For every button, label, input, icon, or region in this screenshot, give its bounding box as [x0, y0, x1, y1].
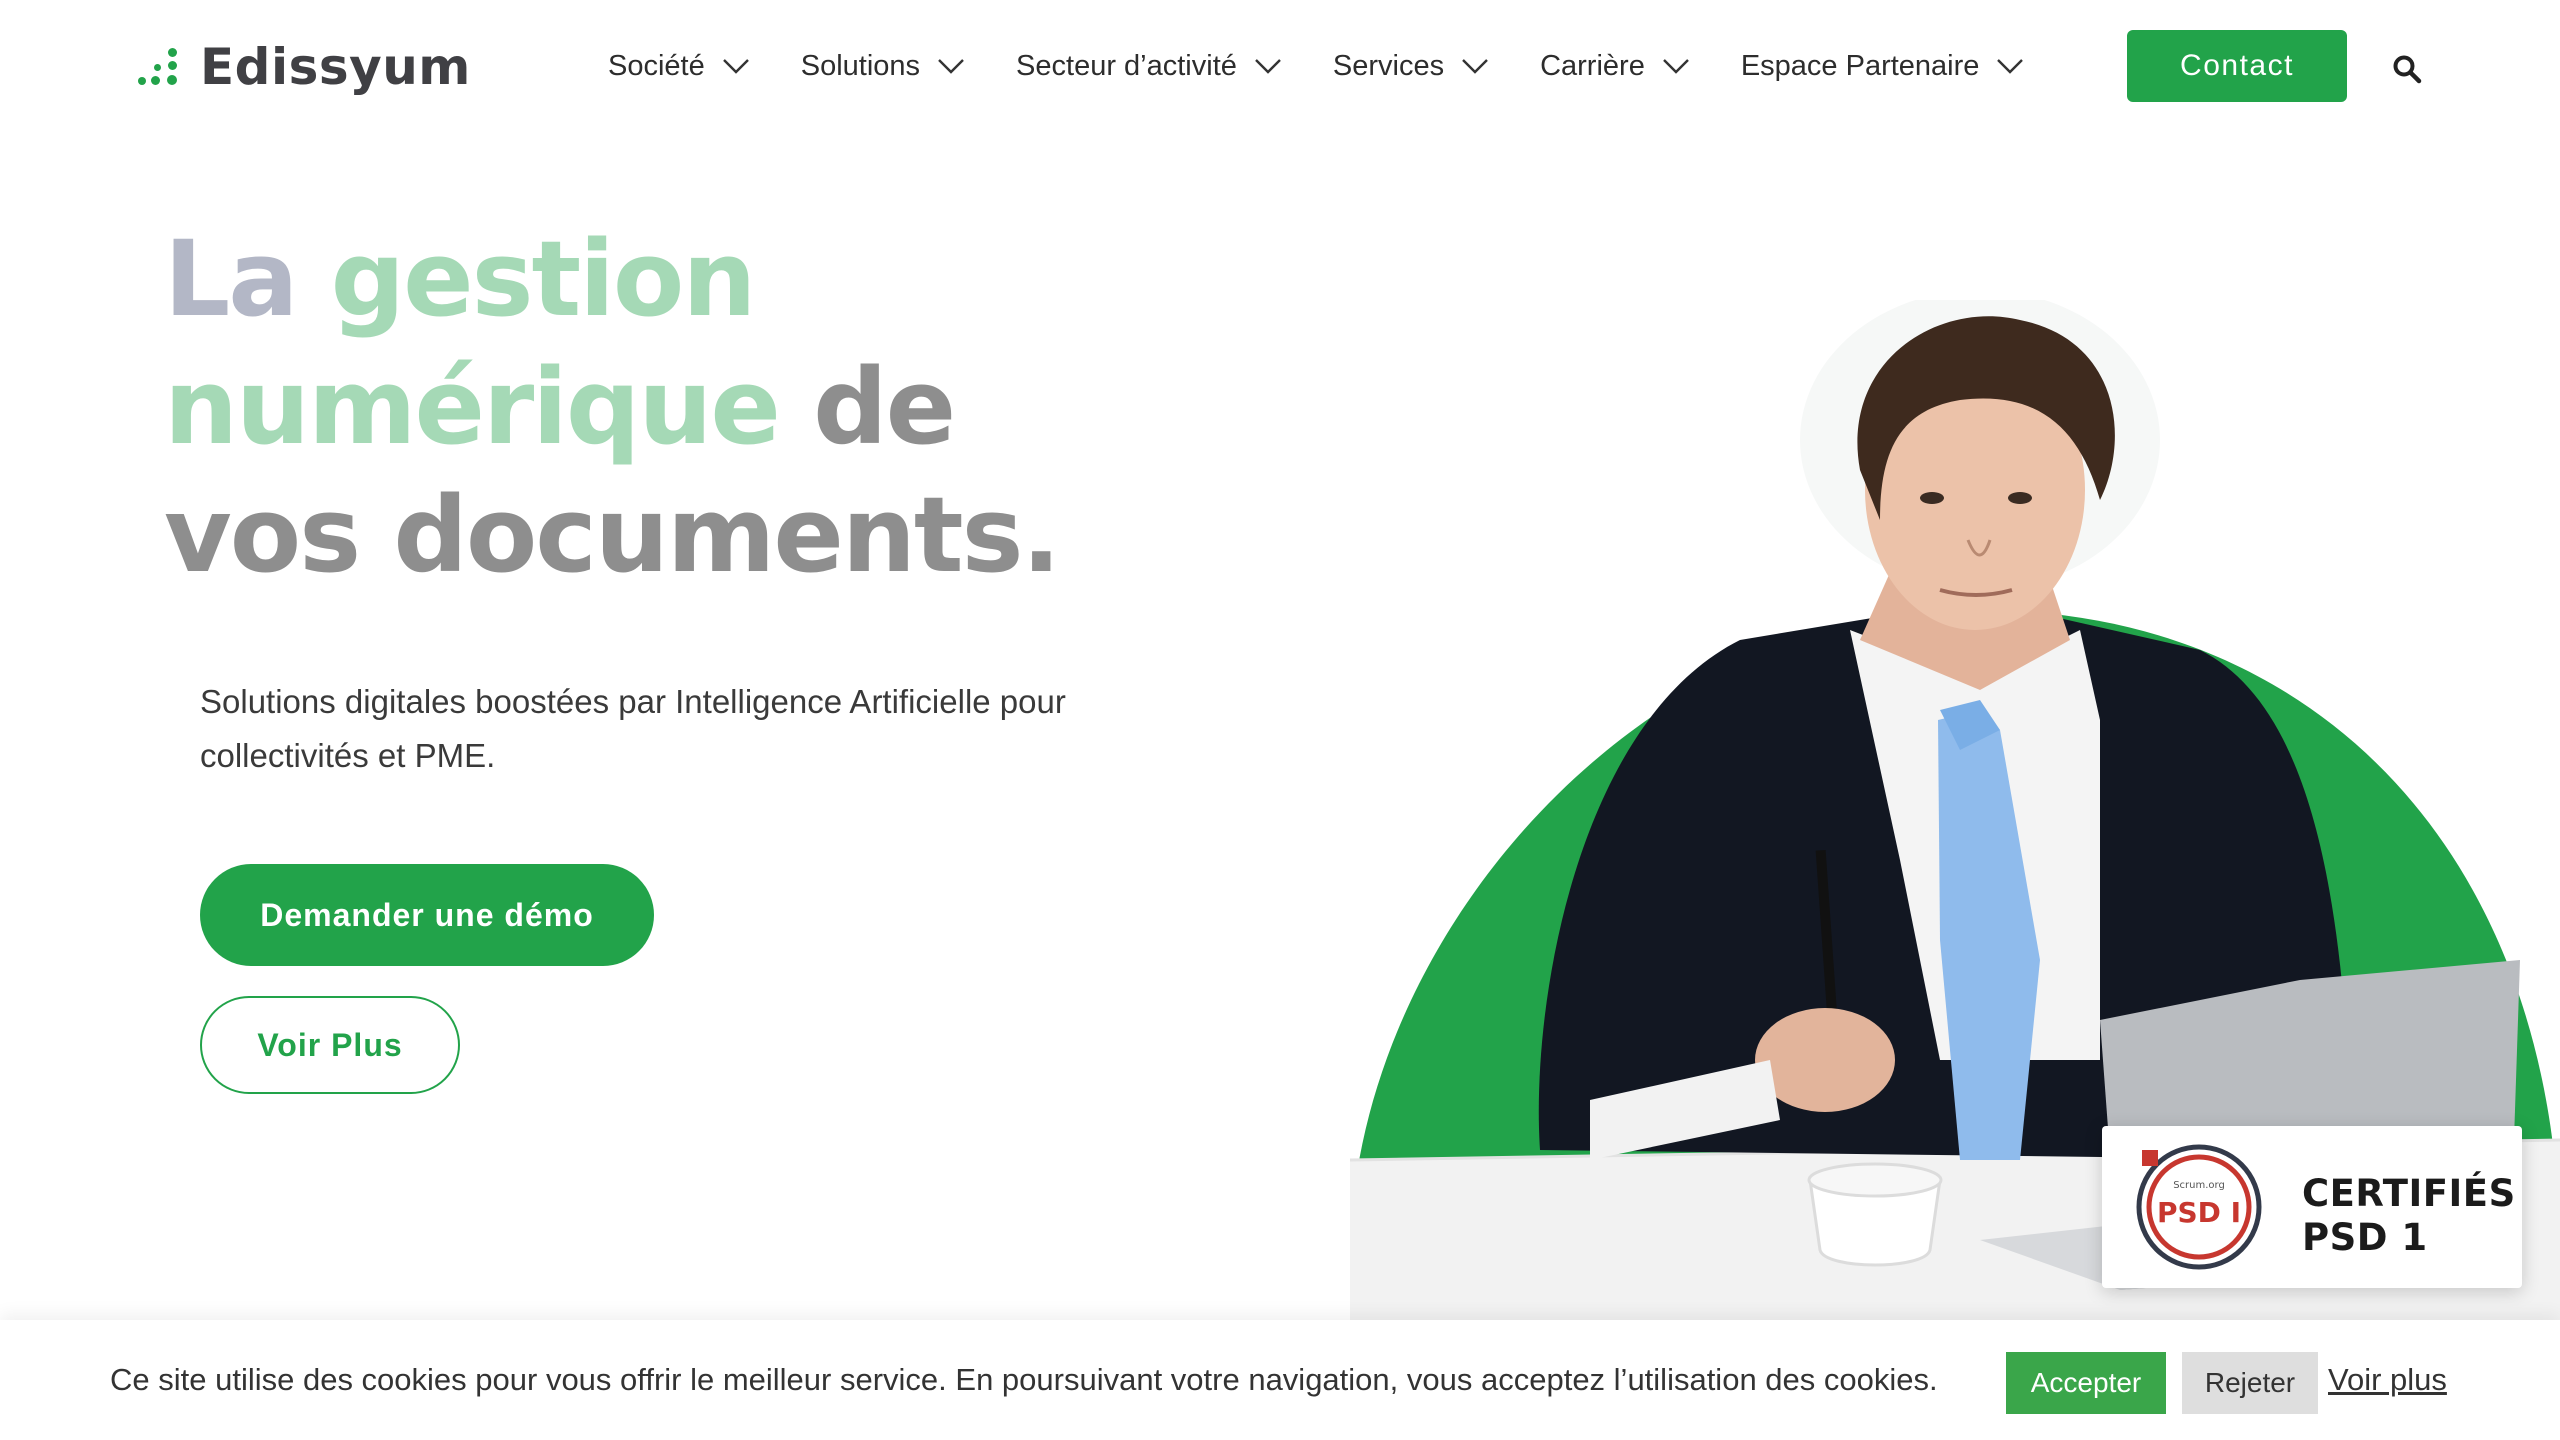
- certification-line-1: CERTIFIÉS: [2302, 1172, 2516, 1215]
- contact-button[interactable]: Contact: [2127, 30, 2347, 102]
- nav-item-societe[interactable]: Société: [608, 50, 751, 83]
- chevron-down-icon: [1997, 59, 2024, 74]
- certification-text: CERTIFIÉS PSD 1: [2302, 1172, 2516, 1260]
- site-header: Edissyum Société Solutions Secteur d’act…: [0, 0, 2560, 132]
- nav-item-carriere[interactable]: Carrière: [1540, 50, 1691, 83]
- see-more-button[interactable]: Voir Plus: [200, 996, 460, 1094]
- badge-title: PSD I: [2157, 1196, 2241, 1229]
- nav-item-espace-partenaire[interactable]: Espace Partenaire: [1741, 50, 2026, 83]
- search-icon[interactable]: [2392, 54, 2422, 84]
- logo-dots-icon: [138, 47, 186, 87]
- psd-badge-icon: Scrum.org PSD I: [2136, 1144, 2262, 1270]
- cookie-text: Ce site utilise des cookies pour vous of…: [110, 1362, 1938, 1397]
- cookie-banner: Ce site utilise des cookies pour vous of…: [0, 1320, 2560, 1440]
- badge-org: Scrum.org: [2173, 1180, 2225, 1191]
- request-demo-button[interactable]: Demander une démo: [200, 864, 654, 966]
- certification-card: Scrum.org PSD I CERTIFIÉS PSD 1: [2102, 1126, 2522, 1288]
- chevron-down-icon: [722, 59, 749, 74]
- cookie-more-link[interactable]: Voir plus: [2328, 1362, 2447, 1398]
- nav-label: Services: [1332, 49, 1445, 82]
- brand-name: Edissyum: [200, 38, 471, 96]
- nav-item-solutions[interactable]: Solutions: [801, 50, 966, 83]
- nav-label: Société: [608, 49, 705, 82]
- hero-title: La gestion numérique de vos documents.: [164, 215, 1164, 599]
- chevron-down-icon: [938, 59, 964, 74]
- hero-title-la: La: [164, 218, 298, 340]
- chevron-down-icon: [1462, 59, 1488, 74]
- cookie-reject-button[interactable]: Rejeter: [2182, 1352, 2318, 1414]
- nav-item-secteur[interactable]: Secteur d’activité: [1016, 50, 1283, 83]
- cookie-accept-button[interactable]: Accepter: [2006, 1352, 2166, 1414]
- nav-label: Espace Partenaire: [1740, 49, 1980, 82]
- nav-label: Solutions: [800, 49, 921, 82]
- hero-subtitle: Solutions digitales boostées par Intelli…: [200, 683, 1066, 774]
- nav-item-services[interactable]: Services: [1333, 50, 1490, 83]
- chevron-down-icon: [1662, 59, 1689, 74]
- chevron-down-icon: [1255, 59, 1281, 74]
- brand-logo[interactable]: Edissyum: [138, 36, 471, 98]
- certification-line-2: PSD 1: [2302, 1216, 2428, 1259]
- main-nav: Société Solutions Secteur d’activité Ser…: [608, 44, 2025, 88]
- nav-label: Secteur d’activité: [1016, 49, 1237, 82]
- nav-label: Carrière: [1540, 49, 1645, 82]
- hero-title-end: documents.: [393, 474, 1061, 596]
